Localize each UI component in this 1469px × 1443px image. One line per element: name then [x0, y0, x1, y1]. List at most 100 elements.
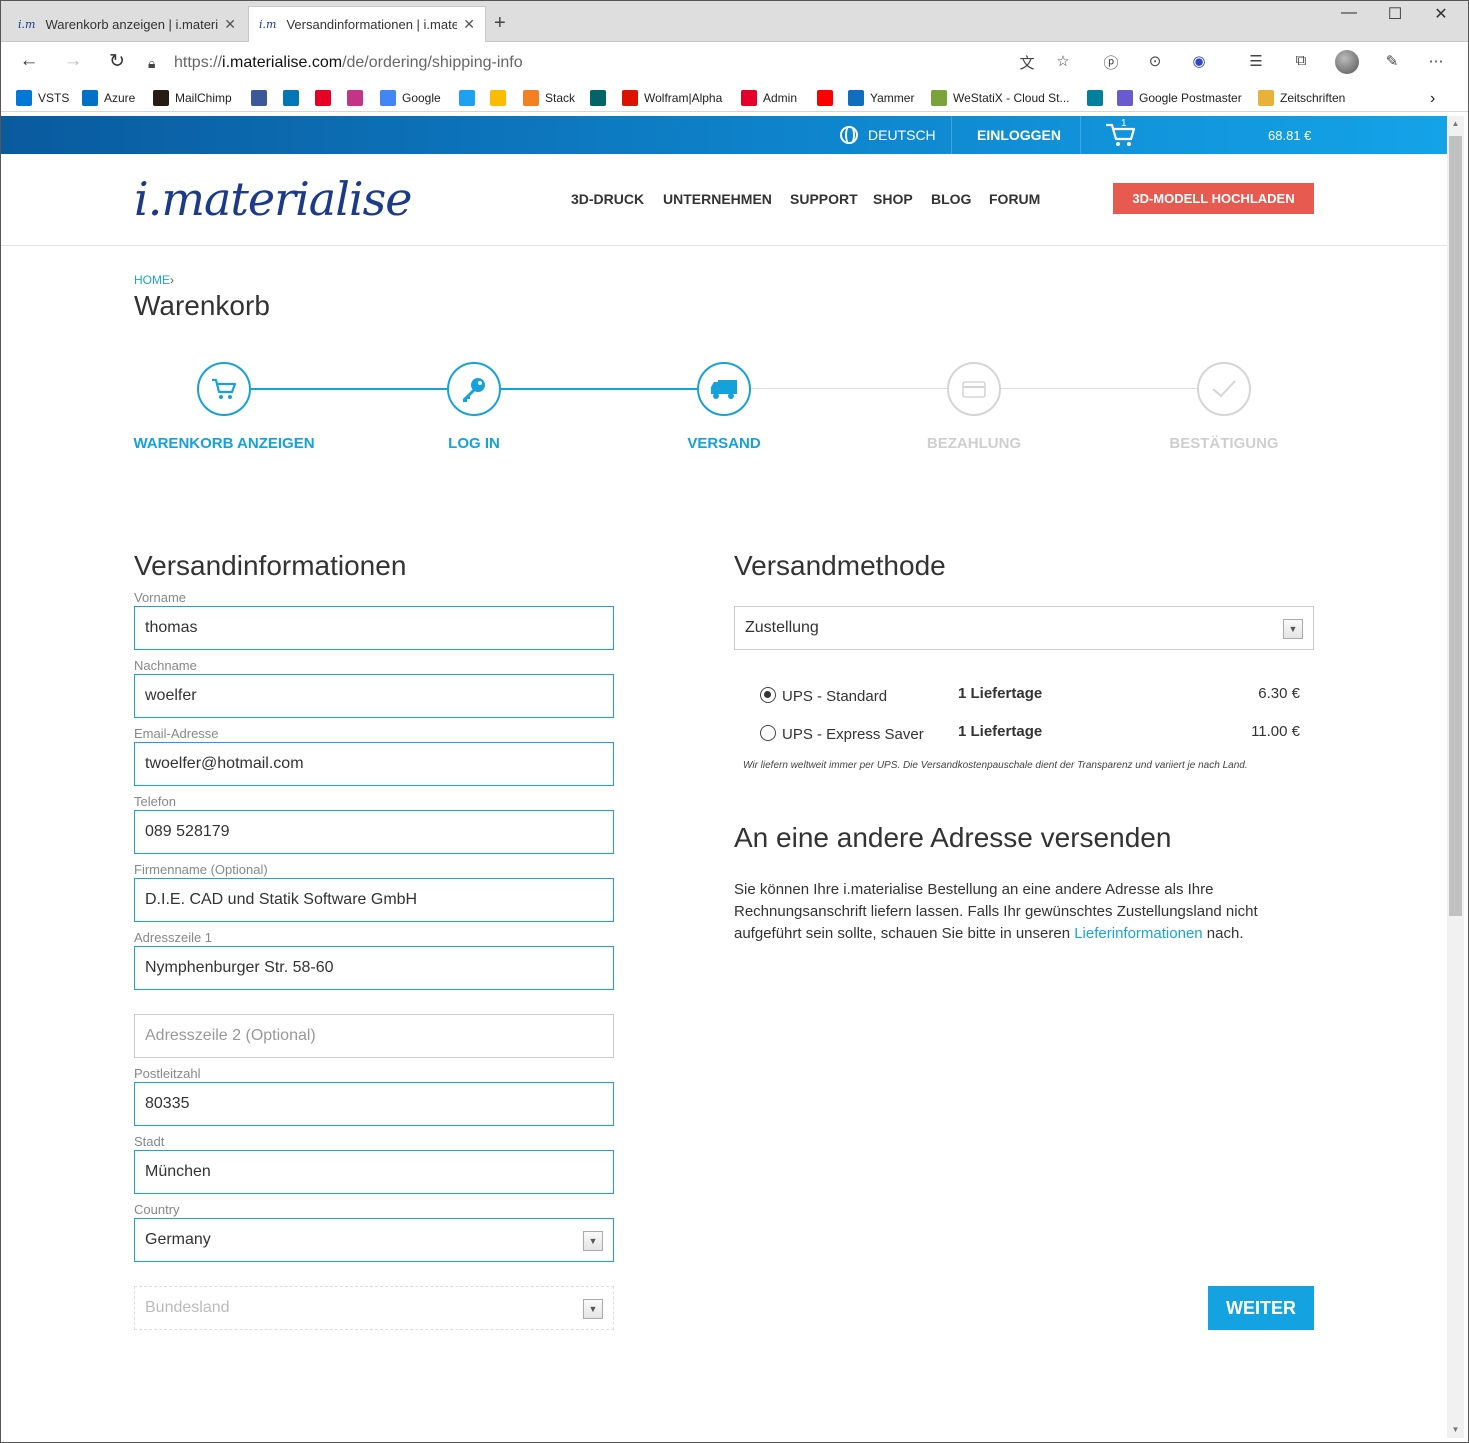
delivery-type-select[interactable]: Zustellung ▼	[734, 606, 1314, 650]
favorite-star-icon[interactable]: ☆	[1052, 52, 1074, 70]
url-field[interactable]: 🔒︎ https://i.materialise.com/de/ordering…	[148, 48, 1088, 78]
scroll-down-icon[interactable]: ▼	[1447, 1422, 1464, 1438]
bookmark-item[interactable]: Admin	[741, 90, 797, 106]
bookmark-favicon-icon	[1258, 90, 1274, 106]
bookmark-item[interactable]	[1087, 90, 1109, 106]
browser-tab-shipping[interactable]: i.m Versandinformationen | i.materialise…	[248, 6, 486, 42]
vorname-input[interactable]	[134, 606, 614, 650]
shipping-method-title: Versandmethode	[734, 550, 946, 581]
radio-selected[interactable]	[760, 687, 776, 703]
bookmark-item[interactable]	[590, 90, 612, 106]
maximize-icon[interactable]: ☐	[1385, 4, 1405, 24]
shipping-option-express[interactable]: UPS - Express Saver 1 Liefertage 11.00 €	[760, 723, 1300, 747]
nav-shop[interactable]: SHOP	[873, 191, 913, 207]
favorites-list-icon[interactable]: ☰	[1245, 52, 1267, 70]
more-menu-icon[interactable]: ⋯	[1425, 52, 1447, 70]
bookmark-item[interactable]: Google Postmaster	[1117, 90, 1242, 106]
radio-unselected[interactable]	[760, 725, 776, 741]
reload-icon[interactable]: ↻	[105, 50, 129, 73]
delivery-info-link[interactable]: Lieferinformationen	[1074, 925, 1202, 942]
globe-icon	[840, 126, 858, 144]
new-tab-icon[interactable]: +	[494, 12, 506, 35]
collections-icon[interactable]: ⧉	[1290, 52, 1312, 69]
window-close-icon[interactable]: ✕	[1431, 4, 1451, 24]
credit-card-icon	[962, 381, 986, 398]
nav-3d-druck[interactable]: 3D-DRUCK	[571, 191, 644, 207]
step-cart-circle[interactable]	[197, 362, 251, 416]
bookmark-item[interactable]	[817, 90, 839, 106]
bookmarks-overflow-icon[interactable]: ›	[1430, 90, 1435, 108]
nav-support[interactable]: SUPPORT	[790, 191, 858, 207]
step-label-login[interactable]: LOG IN	[374, 433, 574, 455]
bookmark-favicon-icon	[251, 90, 267, 106]
bookmarks-bar: VSTS Azure MailChimp Google Stack Wolfram|Alp…	[0, 84, 1469, 112]
company-input[interactable]	[134, 878, 614, 922]
address1-label: Adresszeile 1	[134, 930, 213, 945]
bookmark-item[interactable]: Zeitschriften	[1258, 90, 1345, 106]
profile-avatar[interactable]	[1335, 50, 1359, 74]
translate-icon[interactable]: 文	[1016, 52, 1038, 73]
bookmark-item[interactable]: Azure	[82, 90, 135, 106]
bookmark-item[interactable]: Yammer	[848, 90, 914, 106]
bookmark-favicon-icon	[931, 90, 947, 106]
nav-blog[interactable]: BLOG	[931, 191, 971, 207]
step-label-shipping[interactable]: VERSAND	[624, 433, 824, 455]
bookmark-item[interactable]: Stack	[523, 90, 575, 106]
company-label: Firmenname (Optional)	[134, 862, 268, 877]
close-tab-icon[interactable]: ✕	[224, 16, 236, 33]
step-shipping-circle[interactable]	[697, 362, 751, 416]
bookmark-item[interactable]	[283, 90, 305, 106]
scrollbar-thumb[interactable]	[1449, 136, 1462, 916]
bookmark-label: VSTS	[38, 91, 70, 105]
upload-model-button[interactable]: 3D-MODELL HOCHLADEN	[1113, 183, 1314, 214]
scroll-up-icon[interactable]: ▲	[1447, 116, 1464, 132]
bookmark-item[interactable]	[315, 90, 337, 106]
email-input[interactable]	[134, 742, 614, 786]
bookmark-item[interactable]: WeStatiX - Cloud St...	[931, 90, 1070, 106]
bookmark-item[interactable]	[459, 90, 481, 106]
step-login-circle[interactable]	[447, 362, 501, 416]
cart-button[interactable]: 1	[1104, 116, 1138, 154]
bookmark-item[interactable]	[490, 90, 512, 106]
bookmark-label: Azure	[104, 91, 136, 105]
bookmark-item[interactable]	[347, 90, 369, 106]
extension-code-icon[interactable]: ⊙	[1144, 52, 1166, 70]
bookmark-item[interactable]: Google	[380, 90, 441, 106]
breadcrumb-home[interactable]: HOME	[134, 273, 170, 287]
step-label-cart[interactable]: WARENKORB ANZEIGEN	[124, 433, 324, 455]
postcode-input[interactable]	[134, 1082, 614, 1126]
bookmark-item[interactable]	[251, 90, 273, 106]
extension-ip-icon[interactable]: ⓟ	[1100, 52, 1122, 73]
nav-unternehmen[interactable]: UNTERNEHMEN	[663, 191, 772, 207]
forward-icon[interactable]: →	[61, 50, 85, 72]
minimize-icon[interactable]: —	[1339, 4, 1359, 22]
tab-title: Versandinformationen | i.materialise	[286, 17, 458, 32]
step-connector	[251, 388, 447, 390]
browser-tab-cart[interactable]: i.m Warenkorb anzeigen | i.materialise ✕	[8, 6, 246, 42]
extension-blue-icon[interactable]: ◉	[1188, 52, 1210, 70]
address1-input[interactable]	[134, 946, 614, 990]
shipping-note: Wir liefern weltweit immer per UPS. Die …	[743, 760, 1248, 771]
bookmark-item[interactable]: Wolfram|Alpha	[622, 90, 722, 106]
nachname-input[interactable]	[134, 674, 614, 718]
login-link[interactable]: EINLOGGEN	[977, 116, 1061, 154]
city-input[interactable]	[134, 1150, 614, 1194]
back-icon[interactable]: ←	[17, 50, 41, 72]
telefon-input[interactable]	[134, 810, 614, 854]
breadcrumb-separator: ›	[170, 273, 174, 287]
alt-address-text-after: nach.	[1202, 925, 1244, 942]
bookmark-item[interactable]: MailChimp	[153, 90, 232, 106]
shipping-option-standard[interactable]: UPS - Standard 1 Liefertage 6.30 €	[760, 685, 1300, 709]
bookmark-item[interactable]: VSTS	[16, 90, 69, 106]
nav-forum[interactable]: FORUM	[989, 191, 1040, 207]
imaterialise-logo[interactable]: i.materialise	[134, 172, 412, 226]
site-favicon-icon: i.m	[259, 18, 277, 31]
close-tab-icon[interactable]: ✕	[463, 16, 475, 33]
key-icon	[463, 378, 485, 402]
bookmark-favicon-icon	[347, 90, 363, 106]
country-select[interactable]: Germany ▼	[134, 1218, 614, 1262]
address2-input[interactable]	[134, 1014, 614, 1058]
feedback-icon[interactable]: ✎	[1381, 52, 1403, 70]
language-selector[interactable]: DEUTSCH	[840, 116, 936, 154]
continue-button[interactable]: WEITER	[1208, 1286, 1314, 1330]
